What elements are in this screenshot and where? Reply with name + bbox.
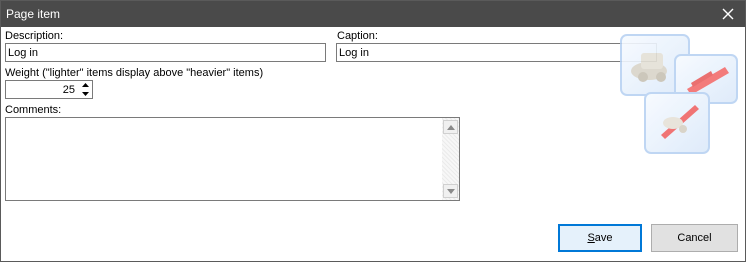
title-bar[interactable]: Page item bbox=[1, 1, 745, 27]
comments-memo bbox=[5, 117, 460, 201]
cancel-button-label: Cancel bbox=[677, 232, 712, 244]
spin-down-button[interactable] bbox=[78, 90, 92, 98]
description-input[interactable] bbox=[5, 43, 326, 62]
scroll-down-button[interactable] bbox=[443, 184, 458, 198]
spin-up-button[interactable] bbox=[78, 81, 92, 89]
scroll-down-icon bbox=[446, 188, 455, 194]
save-button-label: Save bbox=[587, 232, 613, 244]
cancel-button[interactable]: Cancel bbox=[651, 224, 738, 252]
weight-label: Weight ("lighter" items display above "h… bbox=[5, 67, 264, 79]
comments-label: Comments: bbox=[5, 104, 62, 116]
comments-scrollbar[interactable] bbox=[442, 118, 459, 200]
close-icon bbox=[722, 8, 734, 20]
weight-spinner bbox=[5, 80, 93, 99]
save-button[interactable]: Save bbox=[558, 224, 642, 252]
weight-input[interactable] bbox=[6, 81, 78, 98]
spin-down-icon bbox=[81, 92, 89, 96]
weight-spin-buttons bbox=[78, 81, 92, 98]
window-title: Page item bbox=[6, 7, 61, 21]
spin-up-icon bbox=[81, 83, 89, 87]
page-item-dialog: Page item Description: Caption: Weight (… bbox=[0, 0, 746, 262]
caption-label: Caption: bbox=[337, 30, 378, 42]
description-label: Description: bbox=[5, 30, 64, 42]
page-items-illustration-icon bbox=[620, 34, 738, 154]
comments-textarea[interactable] bbox=[6, 118, 441, 200]
scroll-up-icon bbox=[446, 124, 455, 130]
caption-input[interactable] bbox=[336, 43, 657, 62]
scroll-up-button[interactable] bbox=[443, 120, 458, 134]
close-button[interactable] bbox=[711, 1, 745, 27]
